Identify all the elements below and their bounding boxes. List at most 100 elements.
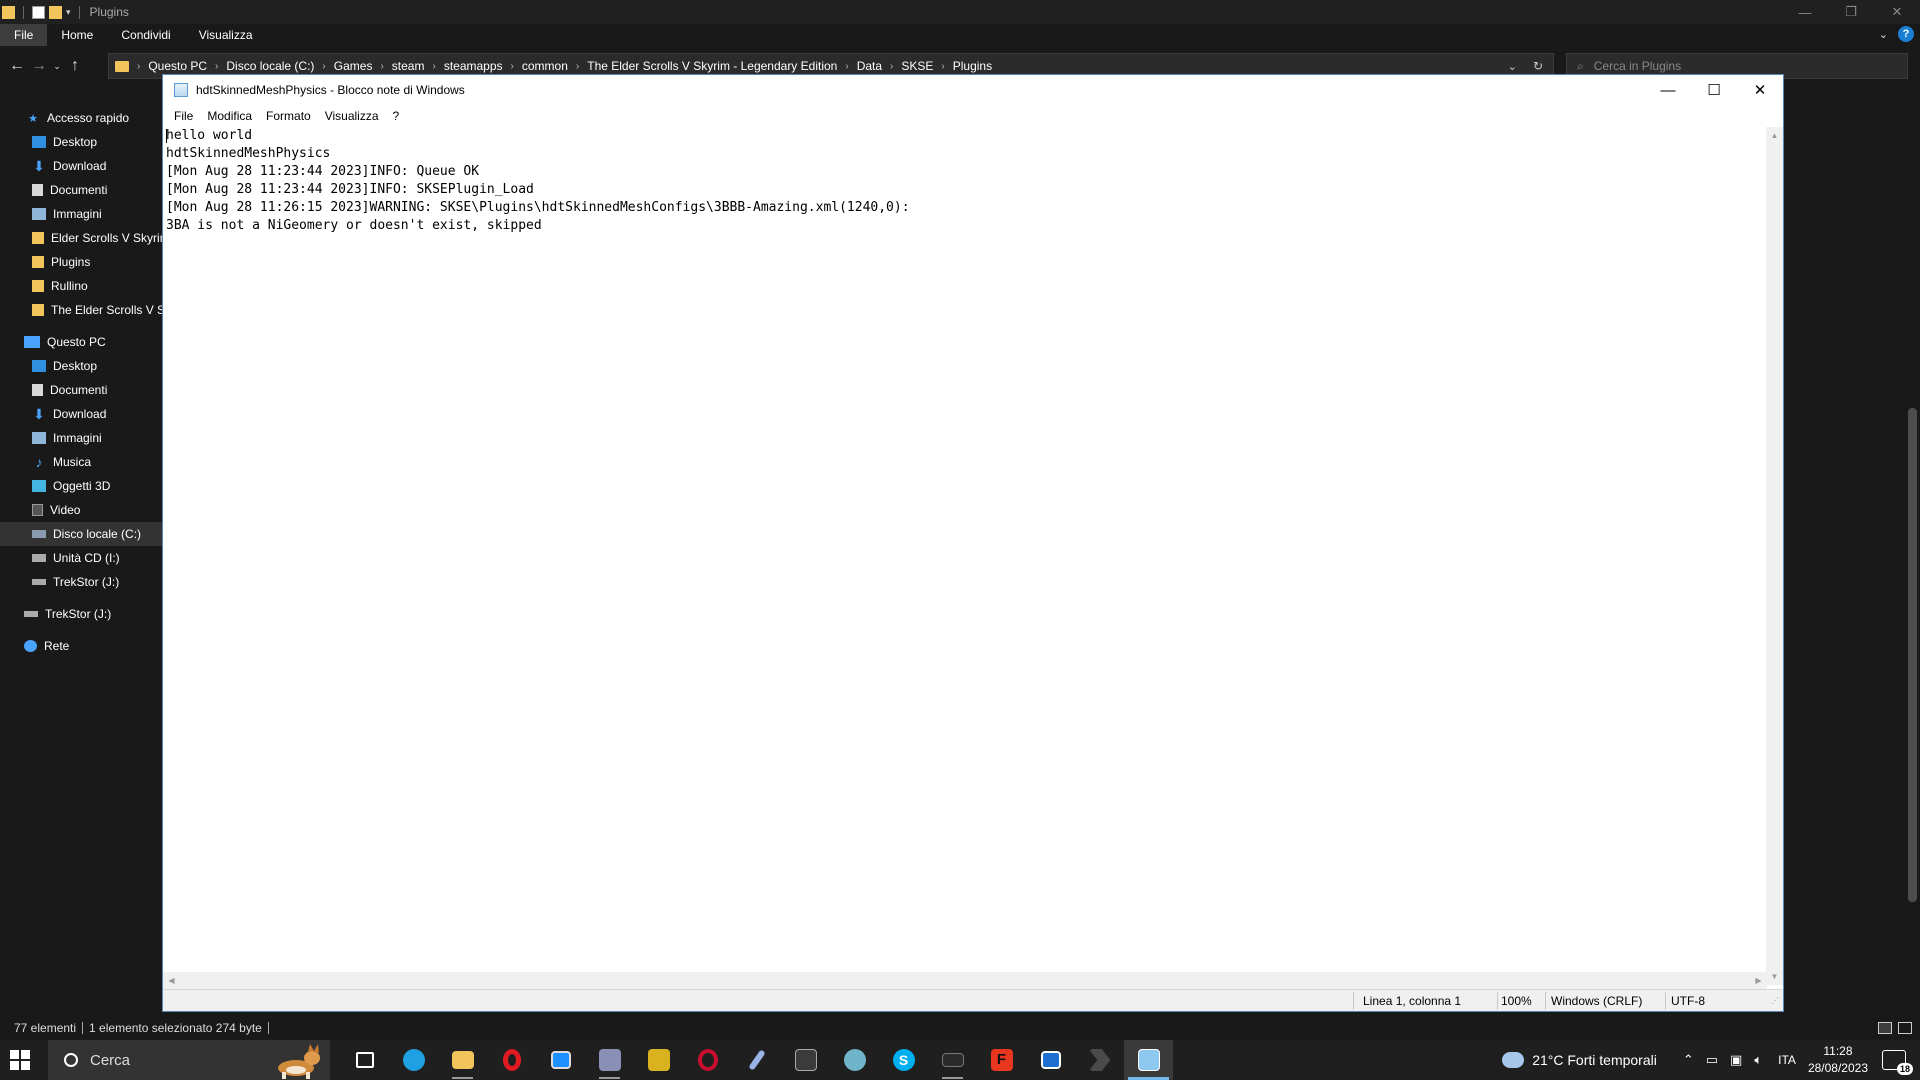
nav-this-pc[interactable]: Questo PC — [24, 330, 106, 354]
breadcrumb-data[interactable]: Data — [857, 59, 882, 73]
paint-app-icon[interactable] — [830, 1040, 879, 1080]
customize-toolbar-icon[interactable]: ▾ — [66, 7, 71, 18]
notepad-horizontal-scrollbar[interactable]: ◀ ▶ — [163, 972, 1767, 989]
windows-start-icon[interactable] — [10, 1050, 30, 1070]
minimize-button[interactable]: — — [1782, 0, 1828, 24]
menu-format[interactable]: Formato — [259, 109, 318, 123]
tab-share[interactable]: Condividi — [107, 24, 184, 46]
language-indicator[interactable]: ITA — [1778, 1053, 1796, 1067]
chevron-right-icon[interactable]: › — [380, 61, 383, 72]
file-explorer-icon[interactable] — [438, 1040, 487, 1080]
nav-item-pc-images[interactable]: Immagini — [32, 426, 102, 450]
nav-item-3d-objects[interactable]: Oggetti 3D — [32, 474, 110, 498]
chevron-right-icon[interactable]: › — [576, 61, 579, 72]
opera-icon[interactable] — [487, 1040, 536, 1080]
properties-icon[interactable] — [32, 5, 45, 19]
blue-window-app-icon[interactable] — [1026, 1040, 1075, 1080]
breadcrumb-steam[interactable]: steam — [392, 59, 425, 73]
breadcrumb-this-pc[interactable]: Questo PC — [148, 59, 207, 73]
scroll-left-icon[interactable]: ◀ — [163, 972, 180, 989]
chevron-right-icon[interactable]: › — [941, 61, 944, 72]
chevron-right-icon[interactable]: › — [511, 61, 514, 72]
help-icon[interactable]: ? — [1898, 26, 1914, 42]
show-hidden-icons-icon[interactable]: ⌃ — [1683, 1052, 1694, 1068]
dark-app-icon[interactable] — [781, 1040, 830, 1080]
volume-icon[interactable]: 🔈︎ — [1754, 1052, 1762, 1068]
new-folder-icon[interactable] — [49, 5, 62, 19]
breadcrumb-plugins[interactable]: Plugins — [953, 59, 992, 73]
nav-item-elder-scrolls[interactable]: Elder Scrolls V Skyrim — [32, 226, 162, 250]
nav-item-cd-drive[interactable]: Unità CD (I:) — [32, 546, 120, 570]
nav-item-music[interactable]: ♪ Musica — [32, 450, 92, 474]
notepad-text-area[interactable]: hello world hdtSkinnedMeshPhysics [Mon A… — [166, 127, 1768, 1047]
nav-item-trekstor[interactable]: TrekStor (J:) — [32, 570, 119, 594]
notepad-taskbar-icon[interactable] — [1124, 1040, 1173, 1080]
nav-item-rullino[interactable]: Rullino — [32, 274, 88, 298]
arrow-app-icon[interactable] — [1075, 1040, 1124, 1080]
close-button[interactable]: ✕ — [1737, 75, 1783, 105]
nav-item-desktop[interactable]: Desktop — [32, 130, 97, 154]
notepad-vertical-scrollbar[interactable]: ▲ ▼ — [1766, 127, 1783, 985]
nav-item-images[interactable]: Immagini — [32, 202, 102, 226]
recent-locations-icon[interactable]: ⌄ — [50, 61, 64, 72]
large-icons-view-icon[interactable] — [1898, 1022, 1912, 1034]
close-button[interactable]: ✕ — [1874, 0, 1920, 24]
breadcrumb-common[interactable]: common — [522, 59, 568, 73]
expand-ribbon-icon[interactable]: ⌄ — [1879, 28, 1888, 41]
address-dropdown-icon[interactable]: ⌄ — [1508, 60, 1517, 73]
clock[interactable]: 11:28 28/08/2023 — [1808, 1043, 1868, 1077]
chevron-right-icon[interactable]: › — [322, 61, 325, 72]
scroll-up-icon[interactable]: ▲ — [1766, 127, 1783, 144]
restore-button[interactable]: ❐ — [1828, 0, 1874, 24]
nav-item-pc-documents[interactable]: Documenti — [32, 378, 107, 402]
minimize-button[interactable]: — — [1645, 75, 1691, 105]
terminal-app-icon[interactable] — [928, 1040, 977, 1080]
up-button[interactable]: ↑ — [64, 57, 86, 75]
media-app-icon[interactable] — [585, 1040, 634, 1080]
meet-now-icon[interactable]: ▭ — [1706, 1052, 1718, 1068]
tab-file[interactable]: File — [0, 24, 48, 46]
nav-item-plugins[interactable]: Plugins — [32, 250, 90, 274]
resize-grip-icon[interactable]: ⋰ — [1771, 996, 1779, 1005]
nav-item-pc-download[interactable]: ⬇ Download — [32, 402, 106, 426]
skype-icon[interactable]: S — [879, 1040, 928, 1080]
tab-view[interactable]: Visualizza — [185, 24, 267, 46]
scroll-right-icon[interactable]: ▶ — [1750, 972, 1767, 989]
scroll-down-icon[interactable]: ▼ — [1766, 968, 1783, 985]
menu-edit[interactable]: Modifica — [200, 109, 259, 123]
nav-item-video[interactable]: Video — [32, 498, 80, 522]
nav-quick-access[interactable]: ★ Accesso rapido — [26, 106, 129, 130]
nav-item-local-disk[interactable]: Disco locale (C:) — [0, 522, 162, 546]
red-f-app-icon[interactable]: F — [977, 1040, 1026, 1080]
breadcrumb-skse[interactable]: SKSE — [901, 59, 933, 73]
menu-view[interactable]: Visualizza — [318, 109, 386, 123]
nav-item-download[interactable]: ⬇ Download — [32, 154, 106, 178]
menu-file[interactable]: File — [167, 109, 200, 123]
explorer-scrollbar[interactable] — [1904, 92, 1920, 1010]
edge-icon[interactable] — [389, 1040, 438, 1080]
breadcrumb-local-disk[interactable]: Disco locale (C:) — [226, 59, 314, 73]
chevron-right-icon[interactable]: › — [215, 61, 218, 72]
pen-app-icon[interactable] — [732, 1040, 781, 1080]
details-view-icon[interactable] — [1878, 1022, 1892, 1034]
chevron-right-icon[interactable]: › — [845, 61, 848, 72]
breadcrumb-steamapps[interactable]: steamapps — [444, 59, 503, 73]
task-view-icon[interactable] — [340, 1040, 389, 1080]
back-button[interactable]: ← — [6, 57, 28, 75]
network-icon[interactable]: ▣ — [1730, 1052, 1742, 1068]
weather-widget[interactable]: 21°C Forti temporali — [1502, 1052, 1657, 1068]
nav-item-the-elder-scrolls[interactable]: The Elder Scrolls V Skyrim — [32, 298, 162, 322]
nav-network[interactable]: Rete — [24, 634, 69, 658]
red-circle-app-icon[interactable] — [683, 1040, 732, 1080]
breadcrumb-games[interactable]: Games — [334, 59, 373, 73]
nav-item-documents[interactable]: Documenti — [32, 178, 107, 202]
chevron-right-icon[interactable]: › — [890, 61, 893, 72]
breadcrumb-skyrim[interactable]: The Elder Scrolls V Skyrim - Legendary E… — [587, 59, 837, 73]
nav-trekstor[interactable]: TrekStor (J:) — [24, 602, 111, 626]
yellow-app-icon[interactable] — [634, 1040, 683, 1080]
maximize-button[interactable]: ☐ — [1691, 75, 1737, 105]
forward-button[interactable]: → — [28, 57, 50, 75]
refresh-icon[interactable]: ↻ — [1533, 59, 1543, 73]
nav-item-pc-desktop[interactable]: Desktop — [32, 354, 97, 378]
chevron-right-icon[interactable]: › — [432, 61, 435, 72]
